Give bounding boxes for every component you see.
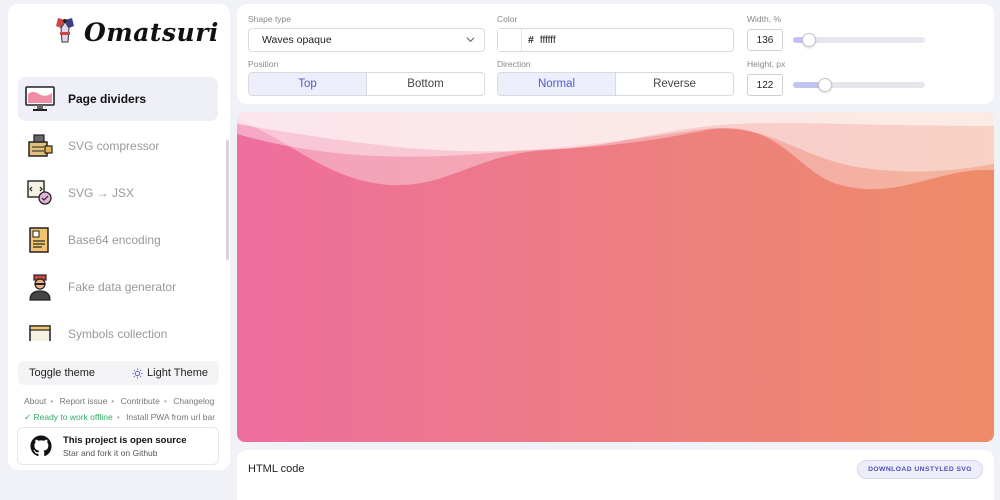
color-input[interactable]: # ffffff (497, 28, 734, 52)
direction-segmented-control: Normal Reverse (497, 72, 734, 96)
direction-reverse-option[interactable]: Reverse (615, 73, 733, 95)
offline-status: ✓ Ready to work offline (24, 412, 113, 422)
chevron-down-icon (466, 37, 475, 43)
app-name: Omatsuri (84, 17, 219, 47)
nav-item-page-dividers[interactable]: Page dividers (18, 77, 218, 121)
sun-icon (132, 367, 143, 379)
width-label: Width, % (747, 14, 782, 24)
sidebar-scrollbar[interactable] (226, 140, 229, 260)
nav-item-base64-encoding[interactable]: Base64 encoding (18, 218, 218, 262)
nav-item-svg-to-jsx[interactable]: SVG → JSX (18, 171, 218, 215)
footer-links: About • Report issue • Contribute • Changel… (24, 396, 216, 422)
width-slider-handle[interactable] (802, 33, 816, 47)
pwa-hint: Install PWA from url bar (126, 412, 216, 422)
color-hex-value[interactable]: ffffff (540, 35, 556, 46)
person-icon (24, 271, 56, 303)
open-source-subtitle: Star and fork it on Github (63, 447, 158, 458)
symbols-icon (24, 318, 56, 341)
theme-toggle-label: Toggle theme (29, 367, 96, 379)
kimono-logo-icon (56, 18, 74, 43)
monitor-icon (24, 83, 56, 115)
height-label: Height, px (747, 59, 786, 69)
shape-type-select[interactable]: Waves opaque (248, 28, 485, 52)
github-icon (30, 435, 52, 457)
color-swatch[interactable] (498, 29, 522, 51)
position-label: Position (248, 59, 279, 69)
nav-item-symbols-collection[interactable]: Symbols collection (18, 312, 218, 341)
width-input[interactable]: 136 (747, 29, 783, 51)
position-bottom-option[interactable]: Bottom (366, 73, 484, 95)
hash-symbol: # (528, 34, 534, 46)
nav-label: SVG → JSX (68, 186, 135, 200)
nav-label: SVG compressor (68, 139, 160, 153)
code-card-icon (24, 177, 56, 209)
shape-type-label: Shape type (248, 14, 292, 24)
html-code-section: HTML code DOWNLOAD UNSTYLED SVG (237, 450, 994, 500)
app-logo[interactable]: Omatsuri (52, 16, 219, 48)
vise-icon (24, 130, 56, 162)
height-slider[interactable] (793, 78, 925, 92)
nav-item-svg-compressor[interactable]: SVG compressor (18, 124, 218, 168)
open-source-card[interactable]: This project is open source Star and for… (17, 427, 219, 465)
wave-divider-preview (237, 112, 994, 442)
nav-item-fake-data-generator[interactable]: Fake data generator (18, 265, 218, 309)
open-source-text: This project is open source Star and for… (63, 435, 187, 458)
height-slider-handle[interactable] (818, 78, 832, 92)
sidebar: Omatsuri Page dividers SVG compressor SV… (8, 4, 230, 470)
link-report-issue[interactable]: Report issue (60, 396, 108, 406)
link-contribute[interactable]: Contribute (121, 396, 160, 406)
color-label: Color (497, 14, 518, 24)
html-code-title: HTML code (248, 463, 305, 475)
position-segmented-control: Top Bottom (248, 72, 485, 96)
nav-label: Fake data generator (68, 280, 177, 294)
document-icon (24, 224, 56, 256)
divider-preview (237, 112, 994, 442)
controls-panel: Shape type Waves opaque Color # ffffff W… (237, 4, 994, 104)
current-theme: Light Theme (132, 367, 208, 379)
shape-type-value: Waves opaque (262, 34, 332, 46)
height-input[interactable]: 122 (747, 74, 783, 96)
link-about[interactable]: About (24, 396, 46, 406)
theme-toggle[interactable]: Toggle theme Light Theme (18, 361, 219, 385)
nav-label: Page dividers (68, 92, 147, 106)
tools-nav: Page dividers SVG compressor SVG → JSX B… (18, 77, 228, 341)
direction-label: Direction (497, 59, 531, 69)
nav-label: Base64 encoding (68, 233, 161, 247)
direction-normal-option[interactable]: Normal (498, 73, 615, 95)
link-changelog[interactable]: Changelog (173, 396, 214, 406)
open-source-title: This project is open source (63, 434, 187, 446)
width-slider[interactable] (793, 33, 925, 47)
position-top-option[interactable]: Top (249, 73, 366, 95)
download-svg-button[interactable]: DOWNLOAD UNSTYLED SVG (857, 460, 983, 479)
current-theme-label: Light Theme (147, 367, 208, 379)
nav-label: Symbols collection (68, 327, 168, 341)
